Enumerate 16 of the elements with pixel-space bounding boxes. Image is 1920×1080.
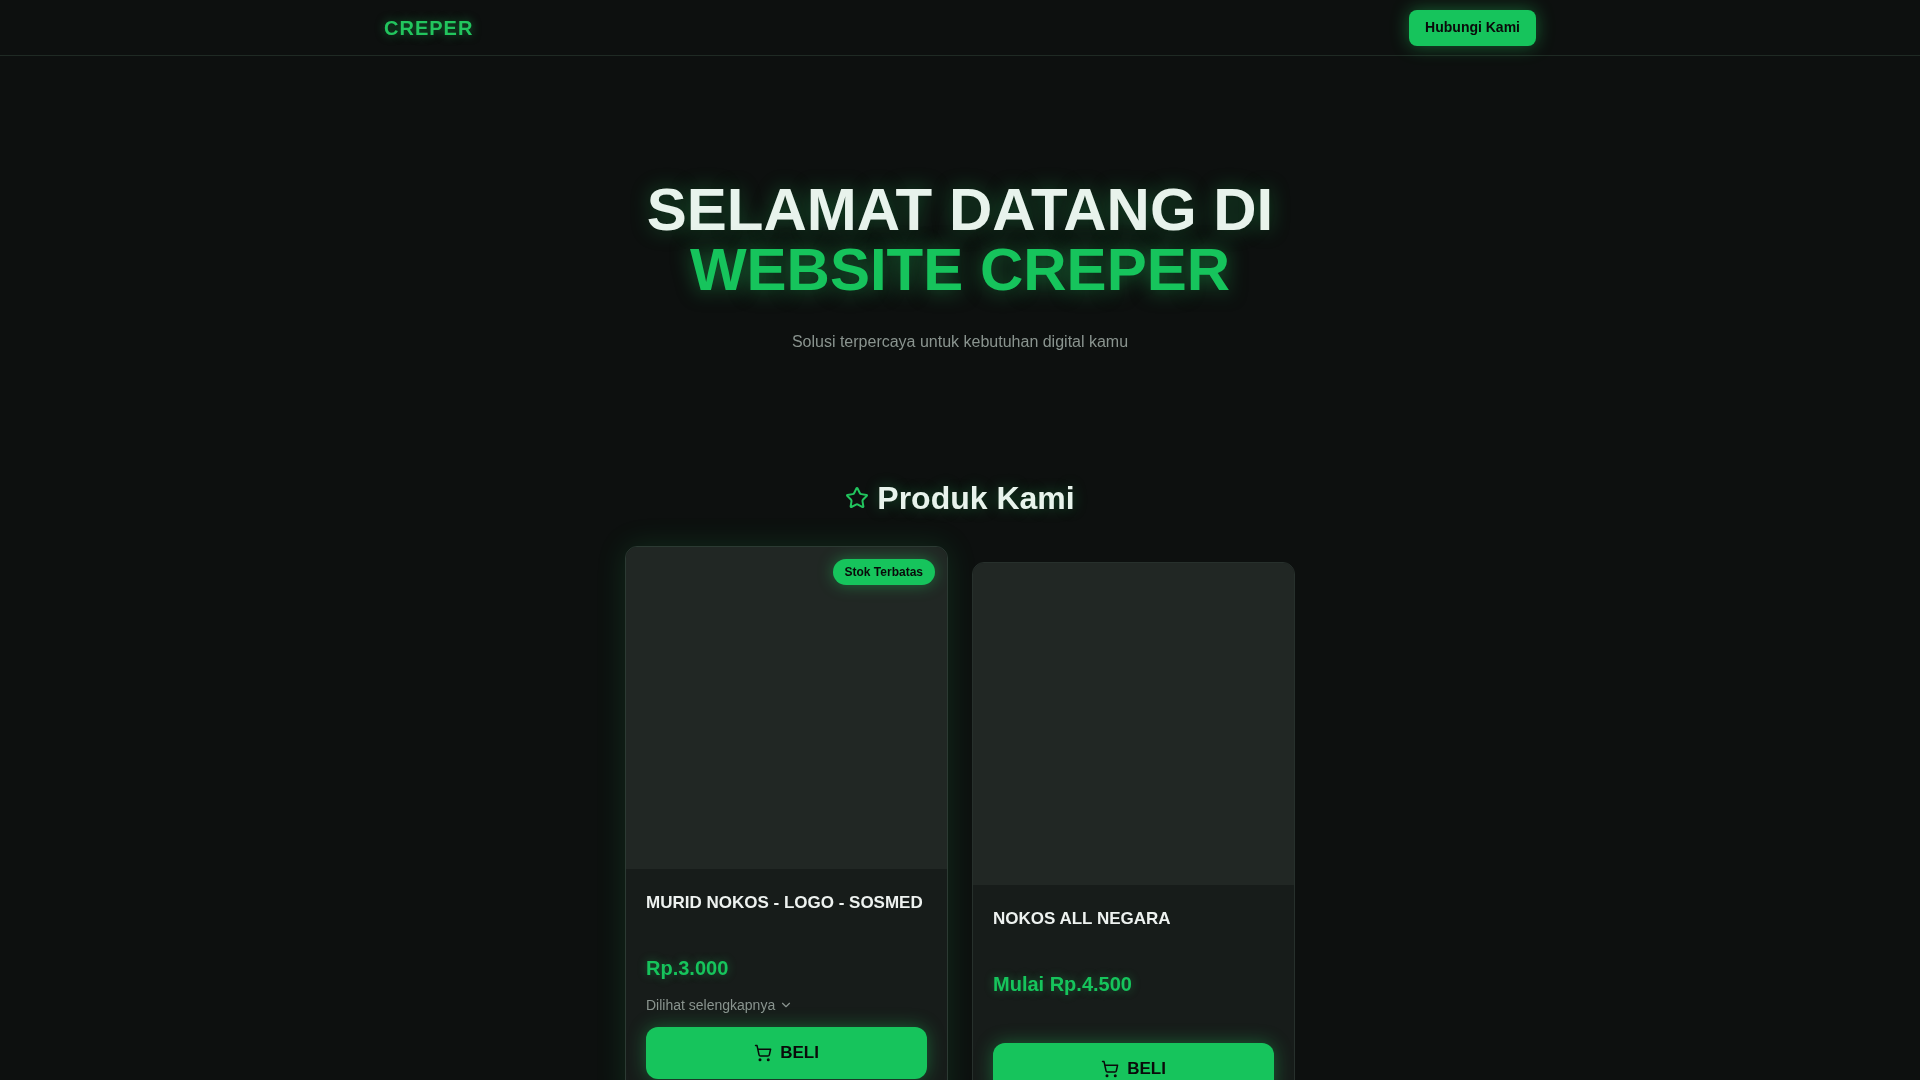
brand-logo[interactable]: CREPER — [384, 12, 474, 43]
product-title: NOKOS ALL NEGARA — [993, 908, 1172, 930]
section-heading: Produk Kami — [877, 479, 1075, 518]
product-title: MURID NOKOS - LOGO - SOSMED — [646, 892, 924, 914]
product-price: Mulai Rp.4.500 — [993, 972, 1133, 997]
hero-title-highlight: WEBSITE CREPER — [689, 240, 1230, 300]
product-price: Rp.3.000 — [646, 956, 730, 981]
contact-button[interactable]: Hubungi Kami — [1409, 9, 1536, 46]
buy-button[interactable]: BELI — [646, 1027, 927, 1079]
cart-icon — [754, 1044, 773, 1062]
buy-button[interactable]: BELI — [993, 1043, 1274, 1080]
hero-title: SELAMAT DATANG DI — [646, 180, 1274, 240]
see-more-link[interactable]: Dilihat selengkapnya — [646, 994, 794, 1016]
hero-subtitle: Solusi terpercaya untuk kebutuhan digital kamu — [791, 332, 1129, 352]
limited-stock-badge: Stok Terbatas — [832, 559, 935, 585]
cart-icon — [1101, 1060, 1120, 1078]
